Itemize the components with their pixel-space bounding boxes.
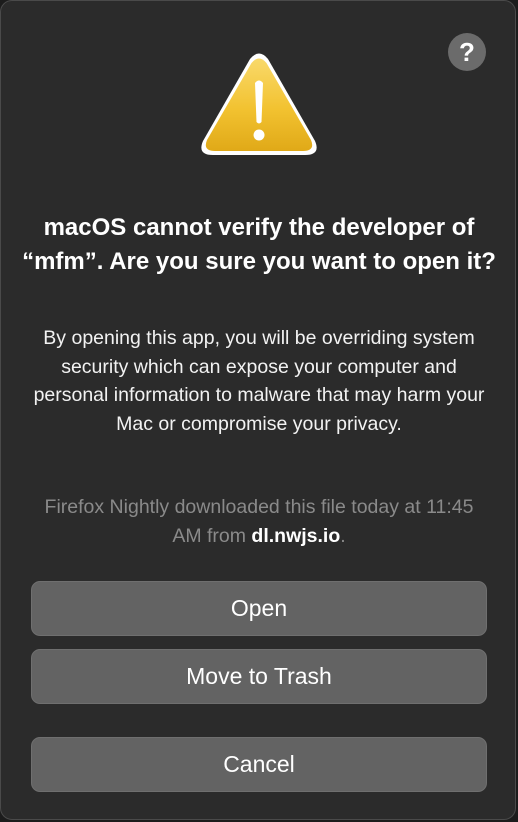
dialog-title: macOS cannot verify the developer of “mf…	[22, 214, 496, 275]
move-to-trash-button[interactable]: Move to Trash	[31, 649, 487, 704]
download-source-suffix: .	[340, 524, 346, 547]
download-source-text: Firefox Nightly downloaded this file tod…	[31, 493, 487, 550]
help-button[interactable]: ?	[448, 33, 486, 71]
open-button[interactable]: Open	[31, 581, 487, 636]
dialog-message: By opening this app, you will be overrid…	[33, 327, 485, 435]
download-source-host: dl.nwjs.io	[251, 524, 341, 547]
cancel-button[interactable]: Cancel	[31, 737, 487, 792]
warning-triangle-icon	[201, 53, 317, 155]
security-alert-dialog: ? macOS cannot verify the developer of “…	[0, 0, 516, 820]
